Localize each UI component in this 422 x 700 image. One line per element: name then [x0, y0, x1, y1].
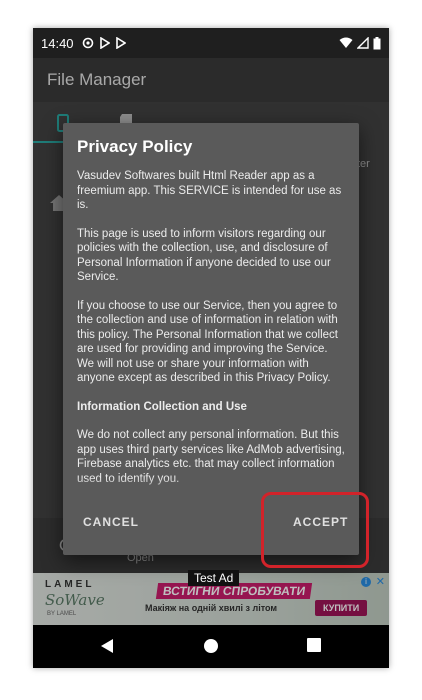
accept-highlight-annotation	[261, 492, 369, 568]
privacy-policy-dialog: Privacy Policy Vasudev Softwares built H…	[63, 123, 359, 555]
battery-icon	[373, 36, 381, 49]
home-icon[interactable]	[203, 638, 219, 654]
recents-icon[interactable]	[307, 638, 321, 652]
policy-subheading: Information Collection and Use	[77, 400, 247, 413]
phone-screen: 14:40 File Manager ter Open LAMEL SoWave…	[33, 28, 389, 668]
system-status-icons	[339, 36, 381, 50]
policy-paragraph: Vasudev Softwares built Html Reader app …	[77, 170, 342, 211]
back-icon[interactable]	[100, 638, 114, 654]
policy-paragraph: We do not collect any personal informati…	[77, 429, 345, 485]
play-notification-icon	[99, 37, 110, 49]
policy-paragraph: If you choose to use our Service, then y…	[77, 299, 339, 385]
status-time: 14:40	[41, 35, 74, 51]
signal-icon	[357, 37, 369, 49]
dialog-body[interactable]: Vasudev Softwares built Html Reader app …	[77, 169, 347, 499]
cancel-button[interactable]: CANCEL	[83, 515, 139, 529]
status-bar: 14:40	[33, 28, 389, 58]
policy-paragraph: This page is used to inform visitors reg…	[77, 227, 331, 284]
dialog-title: Privacy Policy	[77, 137, 193, 156]
play-notification-icon-2	[115, 37, 126, 49]
navigation-bar	[33, 625, 389, 668]
wifi-icon	[339, 37, 353, 48]
sync-notification-icon	[82, 37, 93, 49]
test-ad-badge: Test Ad	[188, 570, 240, 586]
notification-icons	[82, 37, 126, 49]
